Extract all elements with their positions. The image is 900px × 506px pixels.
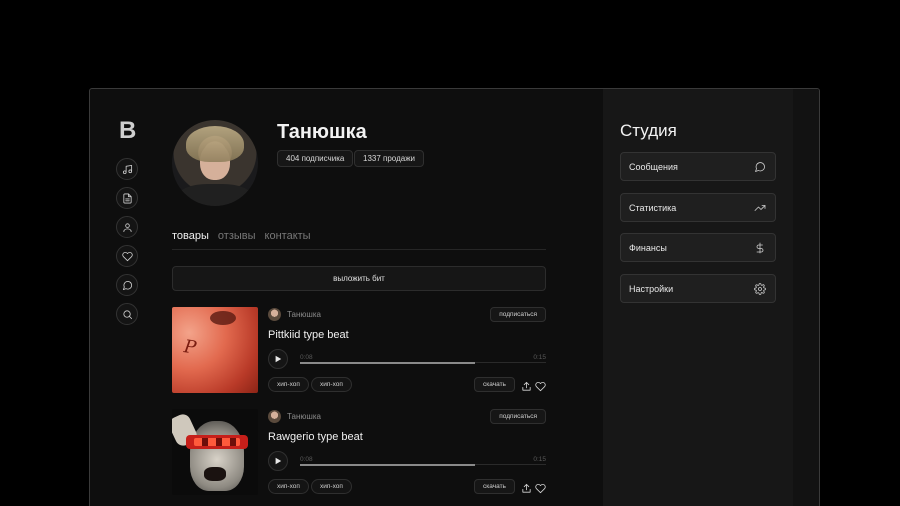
chat-icon xyxy=(122,280,132,290)
heart-icon xyxy=(121,251,133,261)
beat-author[interactable]: Танюшка xyxy=(287,310,321,319)
gear-icon xyxy=(754,282,766,295)
follow-button[interactable]: подписаться xyxy=(490,409,546,424)
download-button[interactable]: скачать xyxy=(474,479,515,494)
play-button[interactable] xyxy=(268,349,288,369)
tab-contacts[interactable]: контакты xyxy=(265,230,311,242)
share-icon xyxy=(522,483,531,493)
share-button[interactable] xyxy=(521,379,532,391)
profile-avatar xyxy=(172,120,258,206)
genre-tag[interactable]: хип-хоп xyxy=(311,377,352,392)
genre-tag[interactable]: хип-хоп xyxy=(268,479,309,494)
tab-reviews[interactable]: отзывы xyxy=(218,230,256,242)
download-button[interactable]: скачать xyxy=(474,377,515,392)
app-logo[interactable]: B xyxy=(119,117,136,145)
progress-track[interactable] xyxy=(300,463,546,466)
music-note-icon xyxy=(122,164,132,174)
trending-up-icon xyxy=(754,204,766,211)
time-current: 0:08 xyxy=(300,354,313,361)
beat-author[interactable]: Танюшка xyxy=(287,412,321,421)
app-window: B Танюшка 404 подписчика 1337 продажи то… xyxy=(89,88,820,506)
time-total: 0:15 xyxy=(533,354,546,361)
progress-track[interactable] xyxy=(300,361,546,364)
genre-tag[interactable]: хип-хоп xyxy=(311,479,352,494)
author-avatar[interactable] xyxy=(268,410,281,423)
panel-edge xyxy=(793,89,819,506)
studio-item-finance[interactable]: Финансы xyxy=(620,233,776,262)
document-icon xyxy=(122,193,132,203)
upload-beat-button[interactable]: выложить бит xyxy=(172,266,546,291)
studio-panel: Студия Сообщения Статистика Финансы Наст… xyxy=(603,89,793,506)
profile-name: Танюшка xyxy=(277,121,367,143)
follow-button[interactable]: подписаться xyxy=(490,307,546,322)
studio-item-label: Статистика xyxy=(629,202,677,213)
play-icon xyxy=(275,457,282,465)
studio-item-label: Настройки xyxy=(629,283,674,294)
studio-title: Студия xyxy=(620,121,677,140)
heart-icon xyxy=(535,483,546,494)
sidebar-item-search[interactable] xyxy=(116,303,138,325)
progress-fill xyxy=(300,361,475,364)
share-button[interactable] xyxy=(521,481,532,493)
time-total: 0:15 xyxy=(533,456,546,463)
studio-item-label: Сообщения xyxy=(629,161,678,172)
tabs-divider xyxy=(172,249,546,250)
beat-card: Танюшка подписаться Rawgerio type beat 0… xyxy=(172,409,546,497)
beat-card: P Танюшка подписаться Pittkiid type beat… xyxy=(172,307,546,395)
studio-item-statistics[interactable]: Статистика xyxy=(620,193,776,222)
studio-item-messages[interactable]: Сообщения xyxy=(620,152,776,181)
chat-bubble-icon xyxy=(755,161,765,172)
progress-fill xyxy=(300,463,475,466)
author-avatar[interactable] xyxy=(268,308,281,321)
beat-title[interactable]: Pittkiid type beat xyxy=(268,329,349,341)
time-current: 0:08 xyxy=(300,456,313,463)
beat-title[interactable]: Rawgerio type beat xyxy=(268,431,363,443)
tab-products[interactable]: товары xyxy=(172,230,209,242)
like-button[interactable] xyxy=(535,379,546,392)
sidebar-item-messages[interactable] xyxy=(116,274,138,296)
sidebar-item-music[interactable] xyxy=(116,158,138,180)
sidebar-item-favorites[interactable] xyxy=(116,245,138,267)
search-icon xyxy=(122,309,132,319)
studio-item-settings[interactable]: Настройки xyxy=(620,274,776,303)
dollar-icon xyxy=(756,242,764,253)
like-button[interactable] xyxy=(535,481,546,494)
genre-tag[interactable]: хип-хоп xyxy=(268,377,309,392)
studio-item-label: Финансы xyxy=(629,242,667,253)
heart-icon xyxy=(535,381,546,392)
sales-count: 1337 продажи xyxy=(354,150,425,167)
play-button[interactable] xyxy=(268,451,288,471)
user-icon xyxy=(122,222,132,232)
beat-cover[interactable]: P xyxy=(172,307,258,393)
beat-cover[interactable] xyxy=(172,409,258,495)
subscribers-count: 404 подписчика xyxy=(277,150,354,167)
share-icon xyxy=(522,381,531,391)
sidebar-item-profile[interactable] xyxy=(116,216,138,238)
sidebar-item-documents[interactable] xyxy=(116,187,138,209)
profile-tabs: товары отзывы контакты xyxy=(172,230,311,242)
play-icon xyxy=(275,355,282,363)
